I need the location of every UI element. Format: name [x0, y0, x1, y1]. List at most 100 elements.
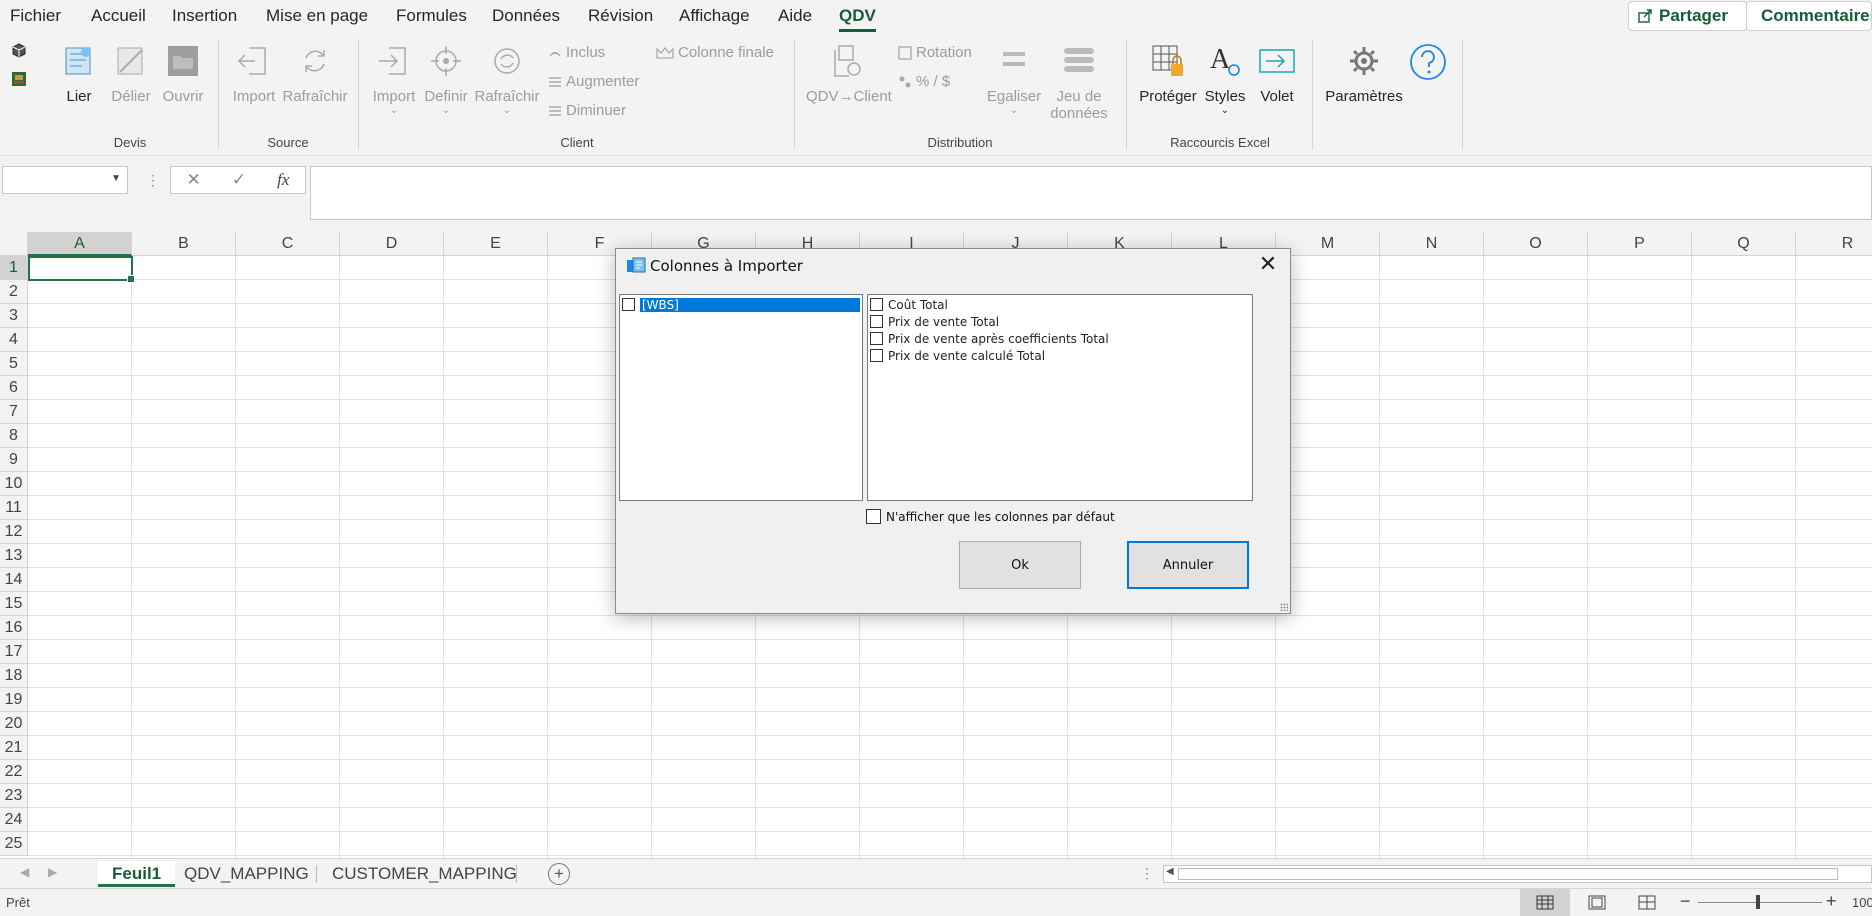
- percent-dollar-button[interactable]: % / $: [898, 73, 950, 90]
- client-rafraichir-button[interactable]: Rafraîchir ⌄: [474, 42, 540, 116]
- list-item[interactable]: Prix de vente après coefficients Total: [870, 330, 1109, 347]
- list-item[interactable]: Prix de vente calculé Total: [870, 347, 1045, 364]
- tab-affichage[interactable]: Affichage: [679, 6, 750, 26]
- sheet-tab-qdv-mapping[interactable]: QDV_MAPPING: [170, 861, 323, 887]
- cancel-button[interactable]: Annuler: [1127, 541, 1249, 589]
- column-header[interactable]: P: [1588, 232, 1692, 256]
- sheet-tab-feuil1[interactable]: Feuil1: [98, 861, 176, 887]
- qdv-client-button[interactable]: QDV→Client: [806, 42, 892, 105]
- zoom-in-icon[interactable]: +: [1826, 891, 1837, 912]
- row-header[interactable]: 8: [0, 424, 28, 448]
- row-header[interactable]: 21: [0, 736, 28, 760]
- tab-insertion[interactable]: Insertion: [172, 6, 237, 26]
- row-header[interactable]: 16: [0, 616, 28, 640]
- normal-view-button[interactable]: [1520, 889, 1570, 916]
- row-header[interactable]: 15: [0, 592, 28, 616]
- list-item-checkbox[interactable]: [870, 332, 883, 345]
- next-sheet-icon[interactable]: ▶: [48, 865, 57, 879]
- select-all-corner[interactable]: [0, 232, 28, 256]
- column-header[interactable]: D: [340, 232, 444, 256]
- client-import-button[interactable]: Import ⌄: [368, 42, 420, 116]
- ouvrir-button[interactable]: Ouvrir: [160, 42, 206, 105]
- zoom-slider-thumb[interactable]: [1756, 895, 1760, 909]
- list-item[interactable]: [WBS]: [622, 296, 860, 313]
- column-header[interactable]: Q: [1692, 232, 1796, 256]
- tab-mise-en-page[interactable]: Mise en page: [266, 6, 368, 26]
- row-header[interactable]: 1: [0, 256, 28, 280]
- jeu-de-donnees-button[interactable]: Jeu de données: [1042, 42, 1116, 122]
- list-item-checkbox[interactable]: [870, 298, 883, 311]
- delier-button[interactable]: Délier: [108, 42, 154, 105]
- page-layout-icon[interactable]: [1588, 895, 1606, 910]
- tab-fichier[interactable]: Fichier: [10, 6, 61, 26]
- ok-button[interactable]: Ok: [959, 541, 1081, 589]
- column-header[interactable]: O: [1484, 232, 1588, 256]
- row-header[interactable]: 9: [0, 448, 28, 472]
- help-button[interactable]: [1408, 42, 1448, 82]
- insert-function-button[interactable]: fx: [277, 170, 289, 190]
- row-header[interactable]: 23: [0, 784, 28, 808]
- colonne-finale-button[interactable]: Colonne finale: [656, 44, 774, 61]
- source-import-button[interactable]: Import: [228, 42, 280, 105]
- zoom-slider[interactable]: [1698, 902, 1822, 903]
- egaliser-button[interactable]: Egaliser ⌄: [980, 42, 1048, 116]
- cube-icon[interactable]: [10, 42, 28, 60]
- row-header[interactable]: 12: [0, 520, 28, 544]
- definir-button[interactable]: Definir ⌄: [420, 42, 472, 116]
- volet-button[interactable]: Volet: [1254, 42, 1300, 105]
- row-header[interactable]: 5: [0, 352, 28, 376]
- rotation-button[interactable]: Rotation: [898, 44, 972, 61]
- row-header[interactable]: 25: [0, 832, 28, 856]
- proteger-button[interactable]: Protéger: [1136, 42, 1200, 105]
- default-columns-option[interactable]: N'afficher que les colonnes par défaut: [866, 509, 1115, 524]
- tab-accueil[interactable]: Accueil: [91, 6, 146, 26]
- list-item[interactable]: Coût Total: [870, 296, 948, 313]
- column-header[interactable]: M: [1276, 232, 1380, 256]
- row-header[interactable]: 24: [0, 808, 28, 832]
- prev-sheet-icon[interactable]: ◀: [20, 865, 29, 879]
- list-item[interactable]: Prix de vente Total: [870, 313, 999, 330]
- row-header[interactable]: 2: [0, 280, 28, 304]
- column-header[interactable]: N: [1380, 232, 1484, 256]
- row-header[interactable]: 14: [0, 568, 28, 592]
- augmenter-button[interactable]: Augmenter: [548, 73, 639, 90]
- column-header[interactable]: B: [132, 232, 236, 256]
- dialog-close-button[interactable]: ✕: [1254, 253, 1282, 279]
- row-header[interactable]: 13: [0, 544, 28, 568]
- column-header[interactable]: A: [28, 232, 132, 256]
- columns-listbox[interactable]: Coût Total Prix de vente Total Prix de v…: [867, 294, 1253, 501]
- styles-button[interactable]: A Styles ⌄: [1202, 42, 1248, 116]
- tab-qdv[interactable]: QDV: [839, 6, 876, 32]
- row-header[interactable]: 6: [0, 376, 28, 400]
- column-header[interactable]: R: [1796, 232, 1872, 256]
- cancel-formula-icon[interactable]: ✕: [187, 170, 201, 190]
- active-cell[interactable]: [28, 256, 135, 283]
- source-rafraichir-button[interactable]: Rafraîchir: [282, 42, 348, 105]
- pixel-icon[interactable]: [10, 70, 28, 88]
- row-header[interactable]: 18: [0, 664, 28, 688]
- wbs-listbox[interactable]: [WBS]: [619, 294, 863, 501]
- scrollbar-thumb[interactable]: [1178, 868, 1838, 880]
- vertical-dots-icon[interactable]: ⋮: [1140, 865, 1154, 882]
- lier-button[interactable]: Lier: [58, 42, 100, 105]
- row-header[interactable]: 19: [0, 688, 28, 712]
- column-header[interactable]: C: [236, 232, 340, 256]
- row-header[interactable]: 3: [0, 304, 28, 328]
- column-header[interactable]: E: [444, 232, 548, 256]
- row-header[interactable]: 22: [0, 760, 28, 784]
- vertical-dots-icon[interactable]: ⋮: [146, 172, 160, 189]
- tab-revision[interactable]: Révision: [588, 6, 653, 26]
- sheet-tab-customer-mapping[interactable]: CUSTOMER_MAPPING: [318, 861, 531, 887]
- tab-aide[interactable]: Aide: [778, 6, 812, 26]
- inclus-button[interactable]: Inclus: [548, 44, 605, 61]
- list-item-checkbox[interactable]: [622, 298, 635, 311]
- list-item-checkbox[interactable]: [870, 349, 883, 362]
- default-columns-checkbox[interactable]: [866, 509, 881, 524]
- diminuer-button[interactable]: Diminuer: [548, 102, 626, 119]
- resize-grip[interactable]: [1280, 603, 1288, 611]
- row-header[interactable]: 4: [0, 328, 28, 352]
- row-header[interactable]: 20: [0, 712, 28, 736]
- page-break-icon[interactable]: [1638, 895, 1656, 910]
- row-header[interactable]: 11: [0, 496, 28, 520]
- parametres-button[interactable]: Paramètres: [1324, 42, 1404, 105]
